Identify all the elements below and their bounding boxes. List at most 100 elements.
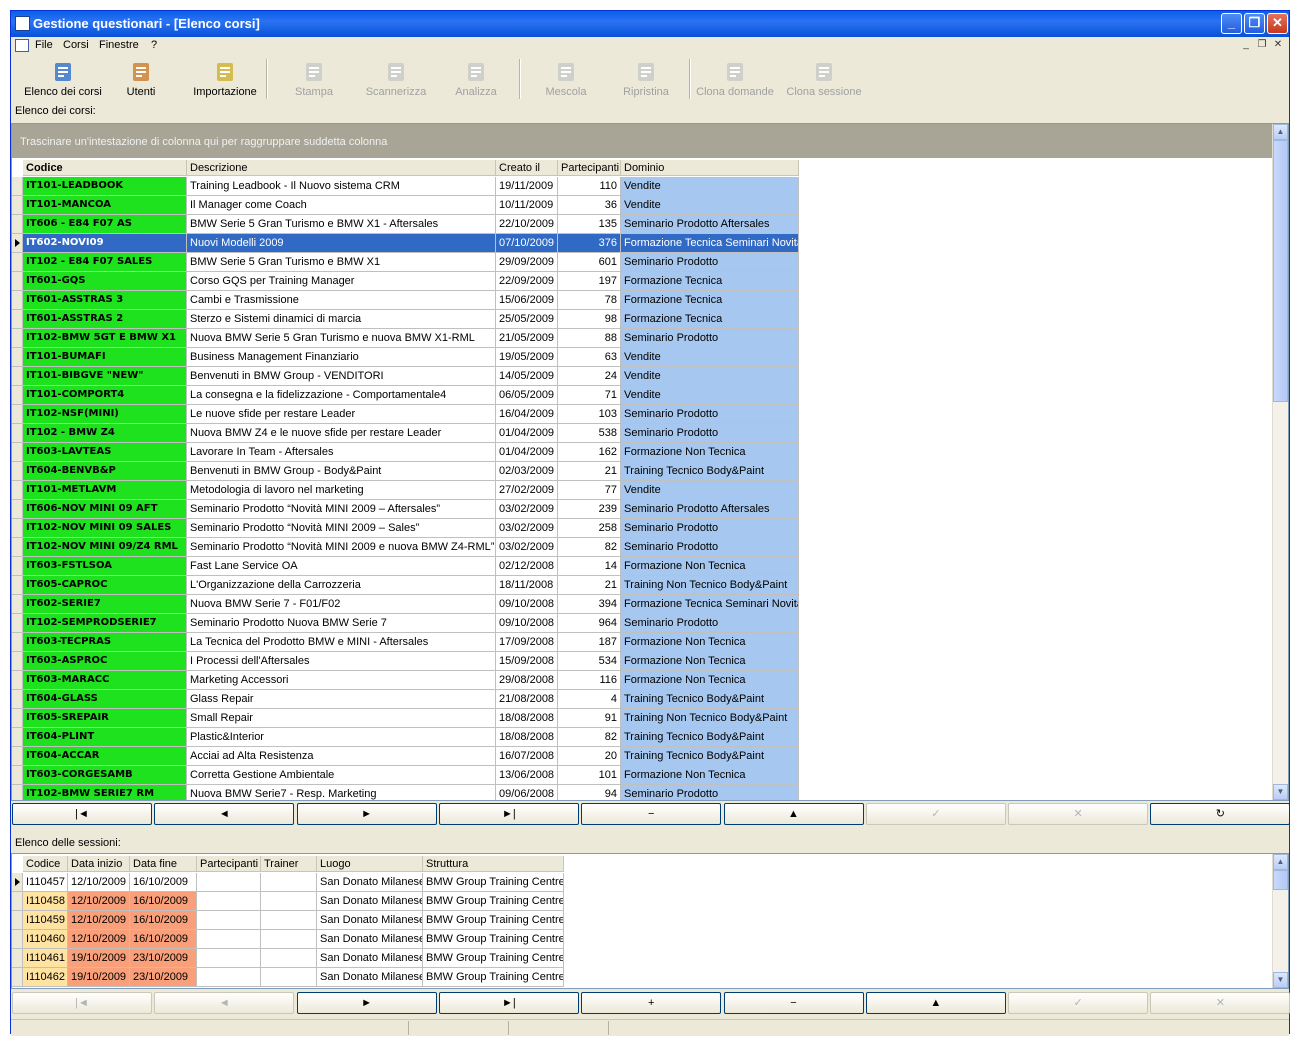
course-cell-codice[interactable]: IT101-BIBGVE "NEW" <box>23 367 187 386</box>
course-cell-descrizione[interactable]: BMW Serie 5 Gran Turismo e BMW X1 <box>187 253 496 272</box>
course-cell-partecipanti[interactable]: 4 <box>558 690 621 709</box>
session-cell-data-inizio[interactable]: 19/10/2009 <box>68 949 130 968</box>
sessions-nav-button-4[interactable]: + <box>581 992 722 1014</box>
session-cell-struttura[interactable]: BMW Group Training Centre <box>423 911 564 930</box>
course-cell-codice[interactable]: IT102-NOV MINI 09/Z4 RML <box>23 538 187 557</box>
course-cell-creato-il[interactable]: 29/09/2009 <box>496 253 558 272</box>
course-cell-descrizione[interactable]: Nuova BMW Z4 e le nuove sfide per restar… <box>187 424 496 443</box>
column-header-partecipanti[interactable]: Partecipanti <box>558 160 621 176</box>
course-cell-dominio[interactable]: Seminario Prodotto <box>621 785 799 800</box>
courses-nav-button-3[interactable]: ►| <box>438 803 579 825</box>
session-cell-codice[interactable]: I110459 <box>23 911 68 930</box>
session-cell-partecipanti[interactable] <box>197 873 261 892</box>
course-cell-creato-il[interactable]: 25/05/2009 <box>496 310 558 329</box>
session-cell-luogo[interactable]: San Donato Milanese <box>317 892 423 911</box>
session-cell-luogo[interactable]: San Donato Milanese <box>317 873 423 892</box>
session-column-header-luogo[interactable]: Luogo <box>317 856 423 872</box>
session-cell-codice[interactable]: I110457 <box>23 873 68 892</box>
toolbar-ripristina-button[interactable]: Ripristina <box>601 58 691 102</box>
course-cell-descrizione[interactable]: Cambi e Trasmissione <box>187 291 496 310</box>
courses-nav-button-8[interactable]: ↻ <box>1150 803 1291 825</box>
course-cell-descrizione[interactable]: Nuovi Modelli 2009 <box>187 234 496 253</box>
toolbar-importazione-button[interactable]: Importazione <box>189 58 261 102</box>
course-cell-codice[interactable]: IT102 - BMW Z4 <box>23 424 187 443</box>
course-cell-partecipanti[interactable]: 94 <box>558 785 621 800</box>
course-cell-partecipanti[interactable]: 534 <box>558 652 621 671</box>
session-cell-data-fine[interactable]: 16/10/2009 <box>130 930 197 949</box>
course-cell-codice[interactable]: IT603-MARACC <box>23 671 187 690</box>
sessions-nav-button-1[interactable]: ◄ <box>154 992 295 1014</box>
course-cell-creato-il[interactable]: 01/04/2009 <box>496 424 558 443</box>
course-cell-partecipanti[interactable]: 376 <box>558 234 621 253</box>
close-button[interactable]: ✕ <box>1267 13 1288 34</box>
course-cell-dominio[interactable]: Seminario Prodotto <box>621 519 799 538</box>
session-cell-struttura[interactable]: BMW Group Training Centre <box>423 930 564 949</box>
scroll-up-arrow-icon[interactable]: ▲ <box>1273 124 1288 140</box>
course-cell-descrizione[interactable]: Glass Repair <box>187 690 496 709</box>
title-bar[interactable]: Gestione questionari - [Elenco corsi] _ … <box>11 11 1289 37</box>
course-cell-dominio[interactable]: Formazione Non Tecnica <box>621 443 799 462</box>
course-cell-partecipanti[interactable]: 63 <box>558 348 621 367</box>
course-cell-partecipanti[interactable]: 14 <box>558 557 621 576</box>
course-cell-dominio[interactable]: Formazione Non Tecnica <box>621 633 799 652</box>
courses-vertical-scrollbar[interactable]: ▲ ▼ <box>1272 124 1288 800</box>
course-cell-descrizione[interactable]: Nuova BMW Serie 7 - F01/F02 <box>187 595 496 614</box>
course-cell-partecipanti[interactable]: 964 <box>558 614 621 633</box>
course-cell-partecipanti[interactable]: 98 <box>558 310 621 329</box>
course-cell-dominio[interactable]: Seminario Prodotto <box>621 405 799 424</box>
course-cell-codice[interactable]: IT102-SEMPRODSERIE7 <box>23 614 187 633</box>
course-cell-creato-il[interactable]: 09/06/2008 <box>496 785 558 800</box>
course-cell-dominio[interactable]: Training Tecnico Body&Paint <box>621 728 799 747</box>
session-cell-data-inizio[interactable]: 19/10/2009 <box>68 968 130 987</box>
course-cell-descrizione[interactable]: Small Repair <box>187 709 496 728</box>
session-cell-data-inizio[interactable]: 12/10/2009 <box>68 911 130 930</box>
course-cell-creato-il[interactable]: 14/05/2009 <box>496 367 558 386</box>
session-cell-codice[interactable]: I110461 <box>23 949 68 968</box>
course-cell-dominio[interactable]: Seminario Prodotto <box>621 329 799 348</box>
course-cell-codice[interactable]: IT603-TECPRAS <box>23 633 187 652</box>
course-cell-codice[interactable]: IT102 - E84 F07 SALES <box>23 253 187 272</box>
course-cell-partecipanti[interactable]: 538 <box>558 424 621 443</box>
session-cell-partecipanti[interactable] <box>197 911 261 930</box>
sessions-nav-button-5[interactable]: − <box>723 992 864 1014</box>
course-cell-descrizione[interactable]: L'Organizzazione della Carrozzeria <box>187 576 496 595</box>
course-cell-dominio[interactable]: Training Tecnico Body&Paint <box>621 690 799 709</box>
course-cell-creato-il[interactable]: 10/11/2009 <box>496 196 558 215</box>
courses-nav-button-5[interactable]: ▲ <box>723 803 864 825</box>
minimize-button[interactable]: _ <box>1221 13 1242 34</box>
session-column-header-data-inizio[interactable]: Data inizio <box>68 856 130 872</box>
course-cell-descrizione[interactable]: Seminario Prodotto “Novità MINI 2009 – A… <box>187 500 496 519</box>
course-cell-descrizione[interactable]: Seminario Prodotto Nuova BMW Serie 7 <box>187 614 496 633</box>
scroll-up-arrow-icon[interactable]: ▲ <box>1273 854 1288 870</box>
course-cell-codice[interactable]: IT606-NOV MINI 09 AFT <box>23 500 187 519</box>
course-cell-codice[interactable]: IT604-BENVB&P <box>23 462 187 481</box>
course-cell-dominio[interactable]: Training Tecnico Body&Paint <box>621 462 799 481</box>
course-cell-codice[interactable]: IT101-BUMAFI <box>23 348 187 367</box>
session-cell-codice[interactable]: I110458 <box>23 892 68 911</box>
courses-nav-button-7[interactable]: ✕ <box>1008 803 1149 825</box>
course-cell-codice[interactable]: IT603-CORGESAMB <box>23 766 187 785</box>
course-cell-descrizione[interactable]: Le nuove sfide per restare Leader <box>187 405 496 424</box>
course-cell-codice[interactable]: IT102-BMW SERIE7 RM <box>23 785 187 800</box>
course-cell-codice[interactable]: IT601-ASSTRAS 2 <box>23 310 187 329</box>
course-cell-dominio[interactable]: Training Tecnico Body&Paint <box>621 747 799 766</box>
session-cell-codice[interactable]: I110460 <box>23 930 68 949</box>
session-cell-trainer[interactable] <box>261 968 317 987</box>
course-cell-partecipanti[interactable]: 601 <box>558 253 621 272</box>
mdi-minimize-button[interactable]: _ <box>1239 39 1253 52</box>
course-cell-codice[interactable]: IT602-NOVI09 <box>23 234 187 253</box>
course-cell-creato-il[interactable]: 07/10/2009 <box>496 234 558 253</box>
course-cell-creato-il[interactable]: 09/10/2008 <box>496 595 558 614</box>
group-by-panel[interactable]: Trascinare un'intestazione di colonna qu… <box>12 124 1274 158</box>
course-cell-dominio[interactable]: Formazione Non Tecnica <box>621 766 799 785</box>
course-cell-creato-il[interactable]: 09/10/2008 <box>496 614 558 633</box>
session-cell-data-inizio[interactable]: 12/10/2009 <box>68 892 130 911</box>
course-cell-descrizione[interactable]: Benvenuti in BMW Group - Body&Paint <box>187 462 496 481</box>
course-cell-descrizione[interactable]: Nuova BMW Serie7 - Resp. Marketing <box>187 785 496 800</box>
course-cell-descrizione[interactable]: Sterzo e Sistemi dinamici di marcia <box>187 310 496 329</box>
menu-finestre[interactable]: Finestre <box>99 39 139 51</box>
session-cell-trainer[interactable] <box>261 930 317 949</box>
course-cell-partecipanti[interactable]: 162 <box>558 443 621 462</box>
course-cell-descrizione[interactable]: Acciai ad Alta Resistenza <box>187 747 496 766</box>
course-cell-codice[interactable]: IT601-ASSTRAS 3 <box>23 291 187 310</box>
